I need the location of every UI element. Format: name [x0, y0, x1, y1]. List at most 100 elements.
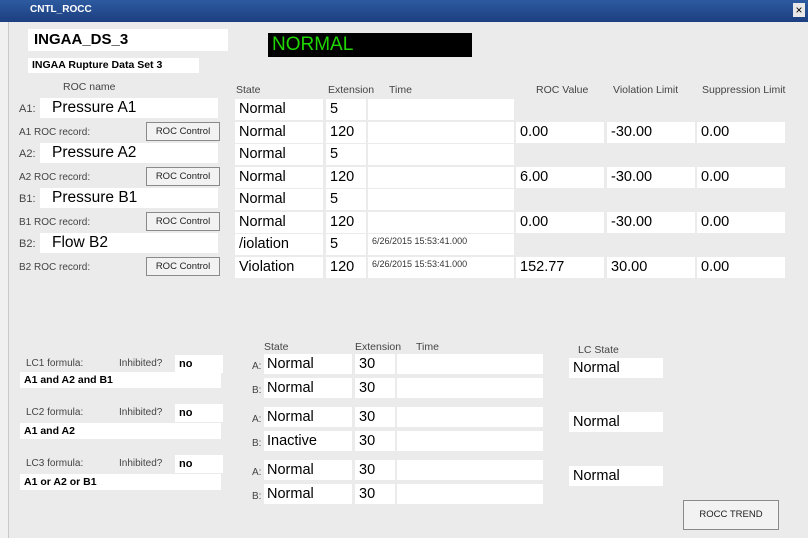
roc-record-time-field: 6/26/2015 15:53:41.000	[368, 257, 514, 278]
lc-header-lc-state: LC State	[578, 344, 619, 356]
lc-a-state-field: Normal	[264, 407, 352, 427]
roc-value-field: 152.77	[516, 257, 604, 278]
roc-name-field: Pressure A1	[40, 98, 218, 118]
roc-control-button[interactable]: ROC Control	[146, 122, 220, 141]
roc-record-time-field	[368, 167, 514, 188]
roc-time-field	[368, 144, 514, 165]
roc-extension-field: 5	[326, 189, 366, 210]
header-roc-name: ROC name	[63, 81, 116, 93]
roc-record-state-field: Violation	[235, 257, 323, 278]
lc-b-time-field	[397, 431, 543, 451]
lc-formula-label: LC3 formula:	[26, 458, 84, 469]
suppression-limit-field: 0.00	[697, 257, 785, 278]
lc-formula-label: LC1 formula:	[26, 358, 84, 369]
roc-control-button[interactable]: ROC Control	[146, 257, 220, 276]
lc-a-extension-field: 30	[355, 407, 395, 427]
roc-name-field: Pressure B1	[40, 188, 218, 208]
lc-row-b-label: B:	[252, 491, 262, 502]
lc-formula-expression: A1 and A2	[20, 423, 221, 439]
roc-record-time-field	[368, 212, 514, 233]
lc-b-time-field	[397, 378, 543, 398]
header-suppression-limit: Suppression Limit	[702, 84, 786, 96]
roc-state-field: /iolation	[235, 234, 323, 255]
roc-record-extension-field: 120	[326, 212, 366, 233]
rocc-trend-button[interactable]: ROCC TREND	[683, 500, 779, 530]
roc-name-field: Flow B2	[40, 233, 218, 253]
roc-prefix: A2:	[19, 148, 36, 160]
lc-b-state-field: Normal	[264, 378, 352, 398]
lc-header-time: Time	[416, 341, 439, 353]
roc-record-label: B1 ROC record:	[19, 217, 91, 228]
roc-extension-field: 5	[326, 99, 366, 120]
roc-time-field	[368, 189, 514, 210]
suppression-limit-field: 0.00	[697, 167, 785, 188]
lc-formula-expression: A1 and A2 and B1	[20, 372, 221, 388]
lc-a-time-field	[397, 354, 543, 374]
header-roc-value: ROC Value	[536, 84, 589, 96]
inhibited-label: Inhibited?	[119, 407, 163, 418]
lc-state-field: Normal	[569, 412, 663, 432]
lc-a-state-field: Normal	[264, 354, 352, 374]
header-time: Time	[389, 84, 412, 96]
status-indicator: NORMAL	[268, 33, 472, 57]
lc-b-extension-field: 30	[355, 431, 395, 451]
violation-limit-field: -30.00	[607, 167, 695, 188]
lc-a-time-field	[397, 407, 543, 427]
roc-state-field: Normal	[235, 189, 323, 210]
lc-row-b-label: B:	[252, 438, 262, 449]
roc-value-field: 0.00	[516, 122, 604, 143]
header-violation-limit: Violation Limit	[613, 84, 679, 96]
roc-record-state-field: Normal	[235, 212, 323, 233]
lc-b-extension-field: 30	[355, 378, 395, 398]
roc-extension-field: 5	[326, 144, 366, 165]
inhibited-label: Inhibited?	[119, 358, 163, 369]
lc-row-a-label: A:	[252, 361, 262, 372]
roc-control-button[interactable]: ROC Control	[146, 212, 220, 231]
lc-b-extension-field: 30	[355, 484, 395, 504]
lc-row-a-label: A:	[252, 467, 262, 478]
roc-record-label: B2 ROC record:	[19, 262, 91, 273]
roc-time-field: 6/26/2015 15:53:41.000	[368, 234, 514, 255]
roc-record-extension-field: 120	[326, 257, 366, 278]
violation-limit-field: -30.00	[607, 122, 695, 143]
inhibited-label: Inhibited?	[119, 458, 163, 469]
suppression-limit-field: 0.00	[697, 122, 785, 143]
roc-prefix: A1:	[19, 103, 36, 115]
lc-formula-label: LC2 formula:	[26, 407, 84, 418]
roc-name-field: Pressure A2	[40, 143, 218, 163]
roc-record-extension-field: 120	[326, 122, 366, 143]
roc-state-field: Normal	[235, 99, 323, 120]
roc-value-field: 0.00	[516, 212, 604, 233]
lc-state-field: Normal	[569, 358, 663, 378]
roc-record-extension-field: 120	[326, 167, 366, 188]
window-title: CNTL_ROCC	[30, 4, 92, 15]
roc-record-label: A2 ROC record:	[19, 172, 91, 183]
lc-b-time-field	[397, 484, 543, 504]
header-extension: Extension	[328, 84, 375, 96]
lc-state-field: Normal	[569, 466, 663, 486]
lc-b-state-field: Normal	[264, 484, 352, 504]
roc-state-field: Normal	[235, 144, 323, 165]
lc-b-state-field: Inactive	[264, 431, 352, 451]
lc-header-state: State	[264, 341, 289, 353]
roc-control-button[interactable]: ROC Control	[146, 167, 220, 186]
header-state: State	[236, 84, 261, 96]
lc-row-a-label: A:	[252, 414, 262, 425]
roc-record-state-field: Normal	[235, 167, 323, 188]
inhibited-field: no	[175, 355, 223, 373]
lc-a-extension-field: 30	[355, 460, 395, 480]
suppression-limit-field: 0.00	[697, 212, 785, 233]
lc-a-time-field	[397, 460, 543, 480]
lc-a-extension-field: 30	[355, 354, 395, 374]
violation-limit-field: 30.00	[607, 257, 695, 278]
roc-extension-field: 5	[326, 234, 366, 255]
roc-record-state-field: Normal	[235, 122, 323, 143]
roc-prefix: B1:	[19, 193, 36, 205]
close-icon[interactable]: ×	[793, 3, 805, 17]
roc-record-time-field	[368, 122, 514, 143]
roc-record-label: A1 ROC record:	[19, 127, 91, 138]
lc-row-b-label: B:	[252, 385, 262, 396]
title-bar: CNTL_ROCC ×	[0, 0, 808, 22]
roc-prefix: B2:	[19, 238, 36, 250]
violation-limit-field: -30.00	[607, 212, 695, 233]
